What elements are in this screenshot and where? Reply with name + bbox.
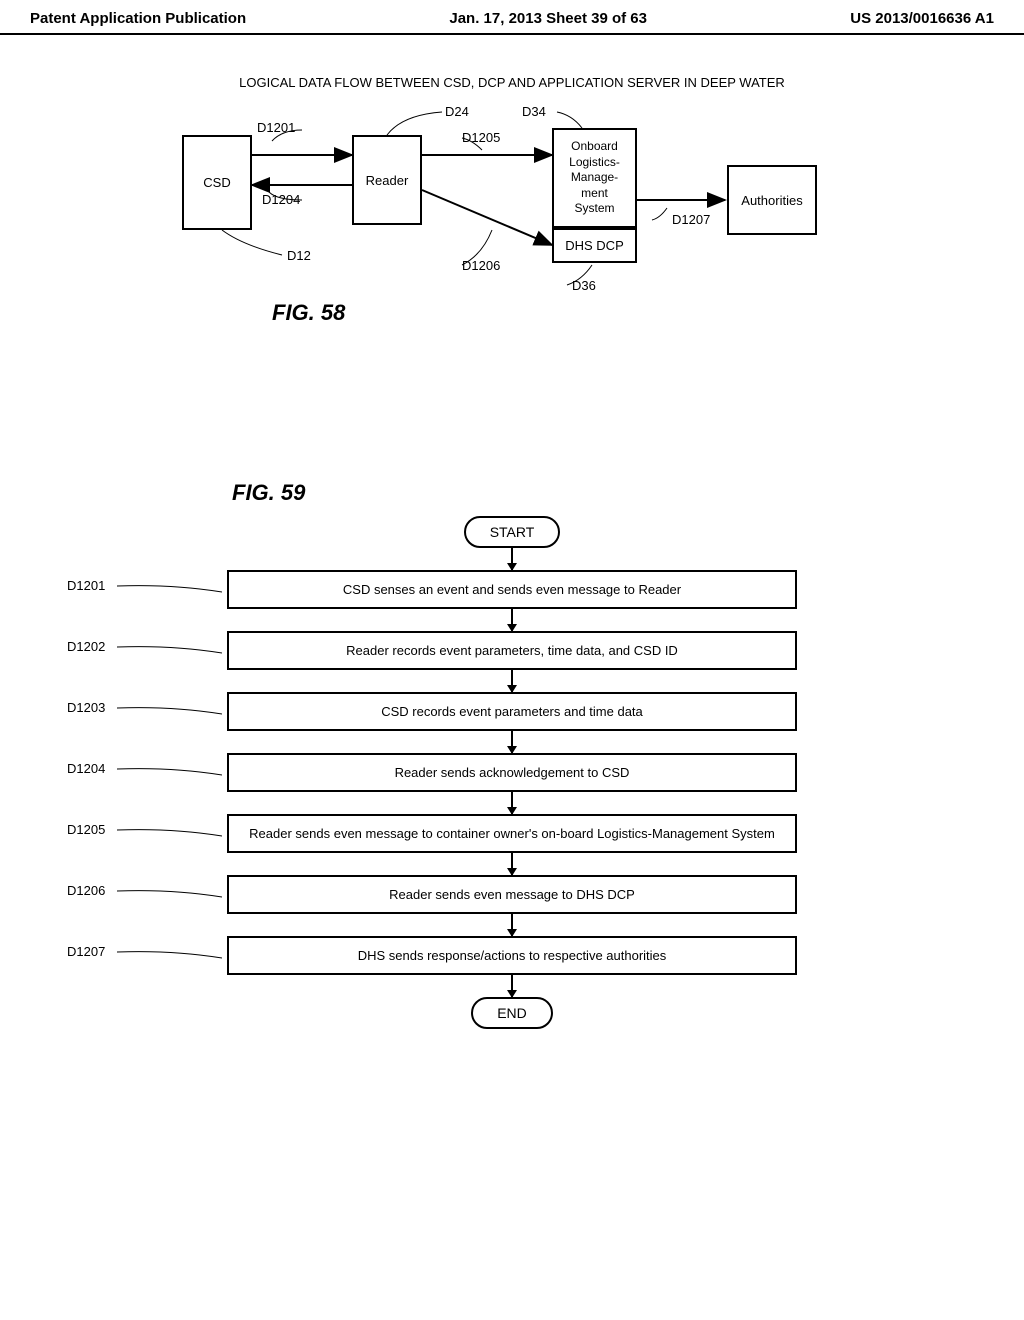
leader-line-icon [117, 828, 222, 848]
header-center: Jan. 17, 2013 Sheet 39 of 63 [449, 10, 647, 27]
label-d1205: D1205 [462, 130, 500, 145]
box-reader: Reader [352, 135, 422, 225]
arrow-down-icon [511, 975, 513, 997]
process-box: CSD records event parameters and time da… [227, 692, 797, 731]
step-id-label: D1205 [67, 822, 105, 837]
box-dhsdcp: DHS DCP [552, 228, 637, 263]
fig58-title: LOGICAL DATA FLOW BETWEEN CSD, DCP AND A… [0, 75, 1024, 90]
label-d36: D36 [572, 278, 596, 293]
box-olms: Onboard Logistics- Manage- ment System [552, 128, 637, 228]
arrow-down-icon [511, 792, 513, 814]
label-d1207: D1207 [672, 212, 710, 227]
fig59-label: FIG. 59 [232, 480, 892, 506]
step-id-label: D1202 [67, 639, 105, 654]
label-d1206: D1206 [462, 258, 500, 273]
label-d1204: D1204 [262, 192, 300, 207]
start-terminal: START [464, 516, 561, 548]
flow-step: D1206Reader sends even message to DHS DC… [227, 875, 797, 914]
flow-step: D1202Reader records event parameters, ti… [227, 631, 797, 670]
label-d24: D24 [445, 104, 469, 119]
fig58-label: FIG. 58 [272, 300, 345, 326]
fig58-diagram: CSD Reader Onboard Logistics- Manage- me… [162, 100, 862, 350]
box-csd: CSD [182, 135, 252, 230]
arrow-down-icon [511, 609, 513, 631]
arrow-down-icon [511, 548, 513, 570]
flow-step: D1204Reader sends acknowledgement to CSD [227, 753, 797, 792]
header-right: US 2013/0016636 A1 [850, 10, 994, 27]
process-box: Reader sends acknowledgement to CSD [227, 753, 797, 792]
leader-line-icon [117, 950, 222, 970]
step-id-label: D1203 [67, 700, 105, 715]
leader-line-icon [117, 584, 222, 604]
page-header: Patent Application Publication Jan. 17, … [0, 0, 1024, 35]
flow-step: D1203CSD records event parameters and ti… [227, 692, 797, 731]
process-box: Reader sends even message to container o… [227, 814, 797, 853]
process-box: CSD senses an event and sends even messa… [227, 570, 797, 609]
label-d34: D34 [522, 104, 546, 119]
leader-line-icon [117, 767, 222, 787]
fig59-diagram: FIG. 59 START D1201CSD senses an event a… [132, 480, 892, 1029]
arrow-down-icon [511, 670, 513, 692]
label-d12: D12 [287, 248, 311, 263]
leader-line-icon [117, 889, 222, 909]
label-d1201: D1201 [257, 120, 295, 135]
arrow-down-icon [511, 731, 513, 753]
arrow-down-icon [511, 914, 513, 936]
step-id-label: D1207 [67, 944, 105, 959]
leader-line-icon [117, 645, 222, 665]
step-id-label: D1206 [67, 883, 105, 898]
step-id-label: D1204 [67, 761, 105, 776]
leader-line-icon [117, 706, 222, 726]
arrow-down-icon [511, 853, 513, 875]
flow-step: D1201CSD senses an event and sends even … [227, 570, 797, 609]
process-box: Reader sends even message to DHS DCP [227, 875, 797, 914]
step-id-label: D1201 [67, 578, 105, 593]
process-box: Reader records event parameters, time da… [227, 631, 797, 670]
end-terminal: END [471, 997, 553, 1029]
box-authorities: Authorities [727, 165, 817, 235]
header-left: Patent Application Publication [30, 10, 246, 27]
flow-step: D1207DHS sends response/actions to respe… [227, 936, 797, 975]
process-box: DHS sends response/actions to respective… [227, 936, 797, 975]
flow-step: D1205Reader sends even message to contai… [227, 814, 797, 853]
flowchart-column: START D1201CSD senses an event and sends… [132, 516, 892, 1029]
